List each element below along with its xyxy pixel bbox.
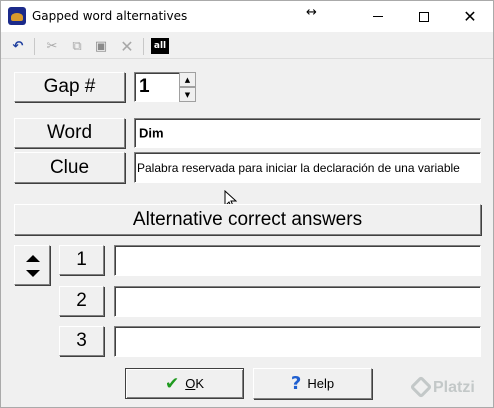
alternatives-header: Alternative correct answers <box>14 204 481 235</box>
watermark-text: Platzi <box>433 379 475 396</box>
close-icon: ✕ <box>463 6 477 26</box>
delete-icon[interactable]: ✕ <box>118 37 136 56</box>
alternative-number-2: 2 <box>59 286 104 316</box>
checkmark-icon: ✔ <box>164 373 180 394</box>
alternative-input-2[interactable] <box>114 286 481 317</box>
alternative-input-1[interactable] <box>114 245 481 276</box>
app-icon <box>8 7 26 25</box>
ok-button[interactable]: ✔ OK <box>125 368 244 399</box>
paste-icon[interactable]: ▣ <box>92 37 110 55</box>
help-button[interactable]: ? Help <box>253 368 372 399</box>
stepper-up-button[interactable]: ▲ <box>179 72 196 87</box>
move-down-icon[interactable] <box>26 270 40 277</box>
window-title: Gapped word alternatives <box>32 9 188 23</box>
undo-icon[interactable]: ↶ <box>9 37 27 55</box>
title-bar[interactable]: Gapped word alternatives ↔ ✕ <box>1 1 493 32</box>
clue-label: Clue <box>14 152 125 183</box>
maximize-icon <box>419 11 429 22</box>
alternative-input-3[interactable] <box>114 326 481 357</box>
maximize-button[interactable] <box>401 1 447 32</box>
move-up-icon[interactable] <box>26 255 40 262</box>
clue-field[interactable]: Palabra reservada para iniciar la declar… <box>134 152 481 183</box>
stepper-down-button[interactable]: ▼ <box>179 87 196 102</box>
alternative-number-3: 3 <box>59 326 104 356</box>
minimize-button[interactable] <box>355 1 401 32</box>
help-icon: ? <box>290 373 302 394</box>
resize-cursor-icon: ↔ <box>306 5 317 20</box>
alternative-number-1: 1 <box>59 245 104 275</box>
close-button[interactable]: ✕ <box>447 1 493 32</box>
gap-number-label: Gap # <box>14 72 125 102</box>
copy-icon[interactable]: ⧉ <box>68 37 86 55</box>
dialog-window: Gapped word alternatives ↔ ✕ ↶ ✂ ⧉ ▣ ✕ a… <box>0 0 494 408</box>
platzi-logo-icon <box>409 375 433 399</box>
gap-number-value: 1 <box>139 76 150 97</box>
toolbar-separator <box>143 38 144 55</box>
minimize-icon <box>373 16 383 17</box>
word-label: Word <box>14 118 125 148</box>
clue-value: Palabra reservada para iniciar la declar… <box>137 160 460 175</box>
select-all-button[interactable]: all <box>151 38 169 54</box>
toolbar: ↶ ✂ ⧉ ▣ ✕ all <box>1 33 493 59</box>
gap-number-field[interactable]: 1 <box>134 72 180 102</box>
gap-number-stepper[interactable]: ▲ ▼ <box>179 72 196 102</box>
toolbar-separator <box>34 38 35 55</box>
word-value: Dim <box>139 125 164 141</box>
cut-icon[interactable]: ✂ <box>43 37 61 55</box>
help-button-label: Help <box>307 376 335 391</box>
ok-button-label: OK <box>185 376 205 391</box>
word-field[interactable]: Dim <box>134 118 481 148</box>
reorder-arrows[interactable] <box>14 245 50 285</box>
